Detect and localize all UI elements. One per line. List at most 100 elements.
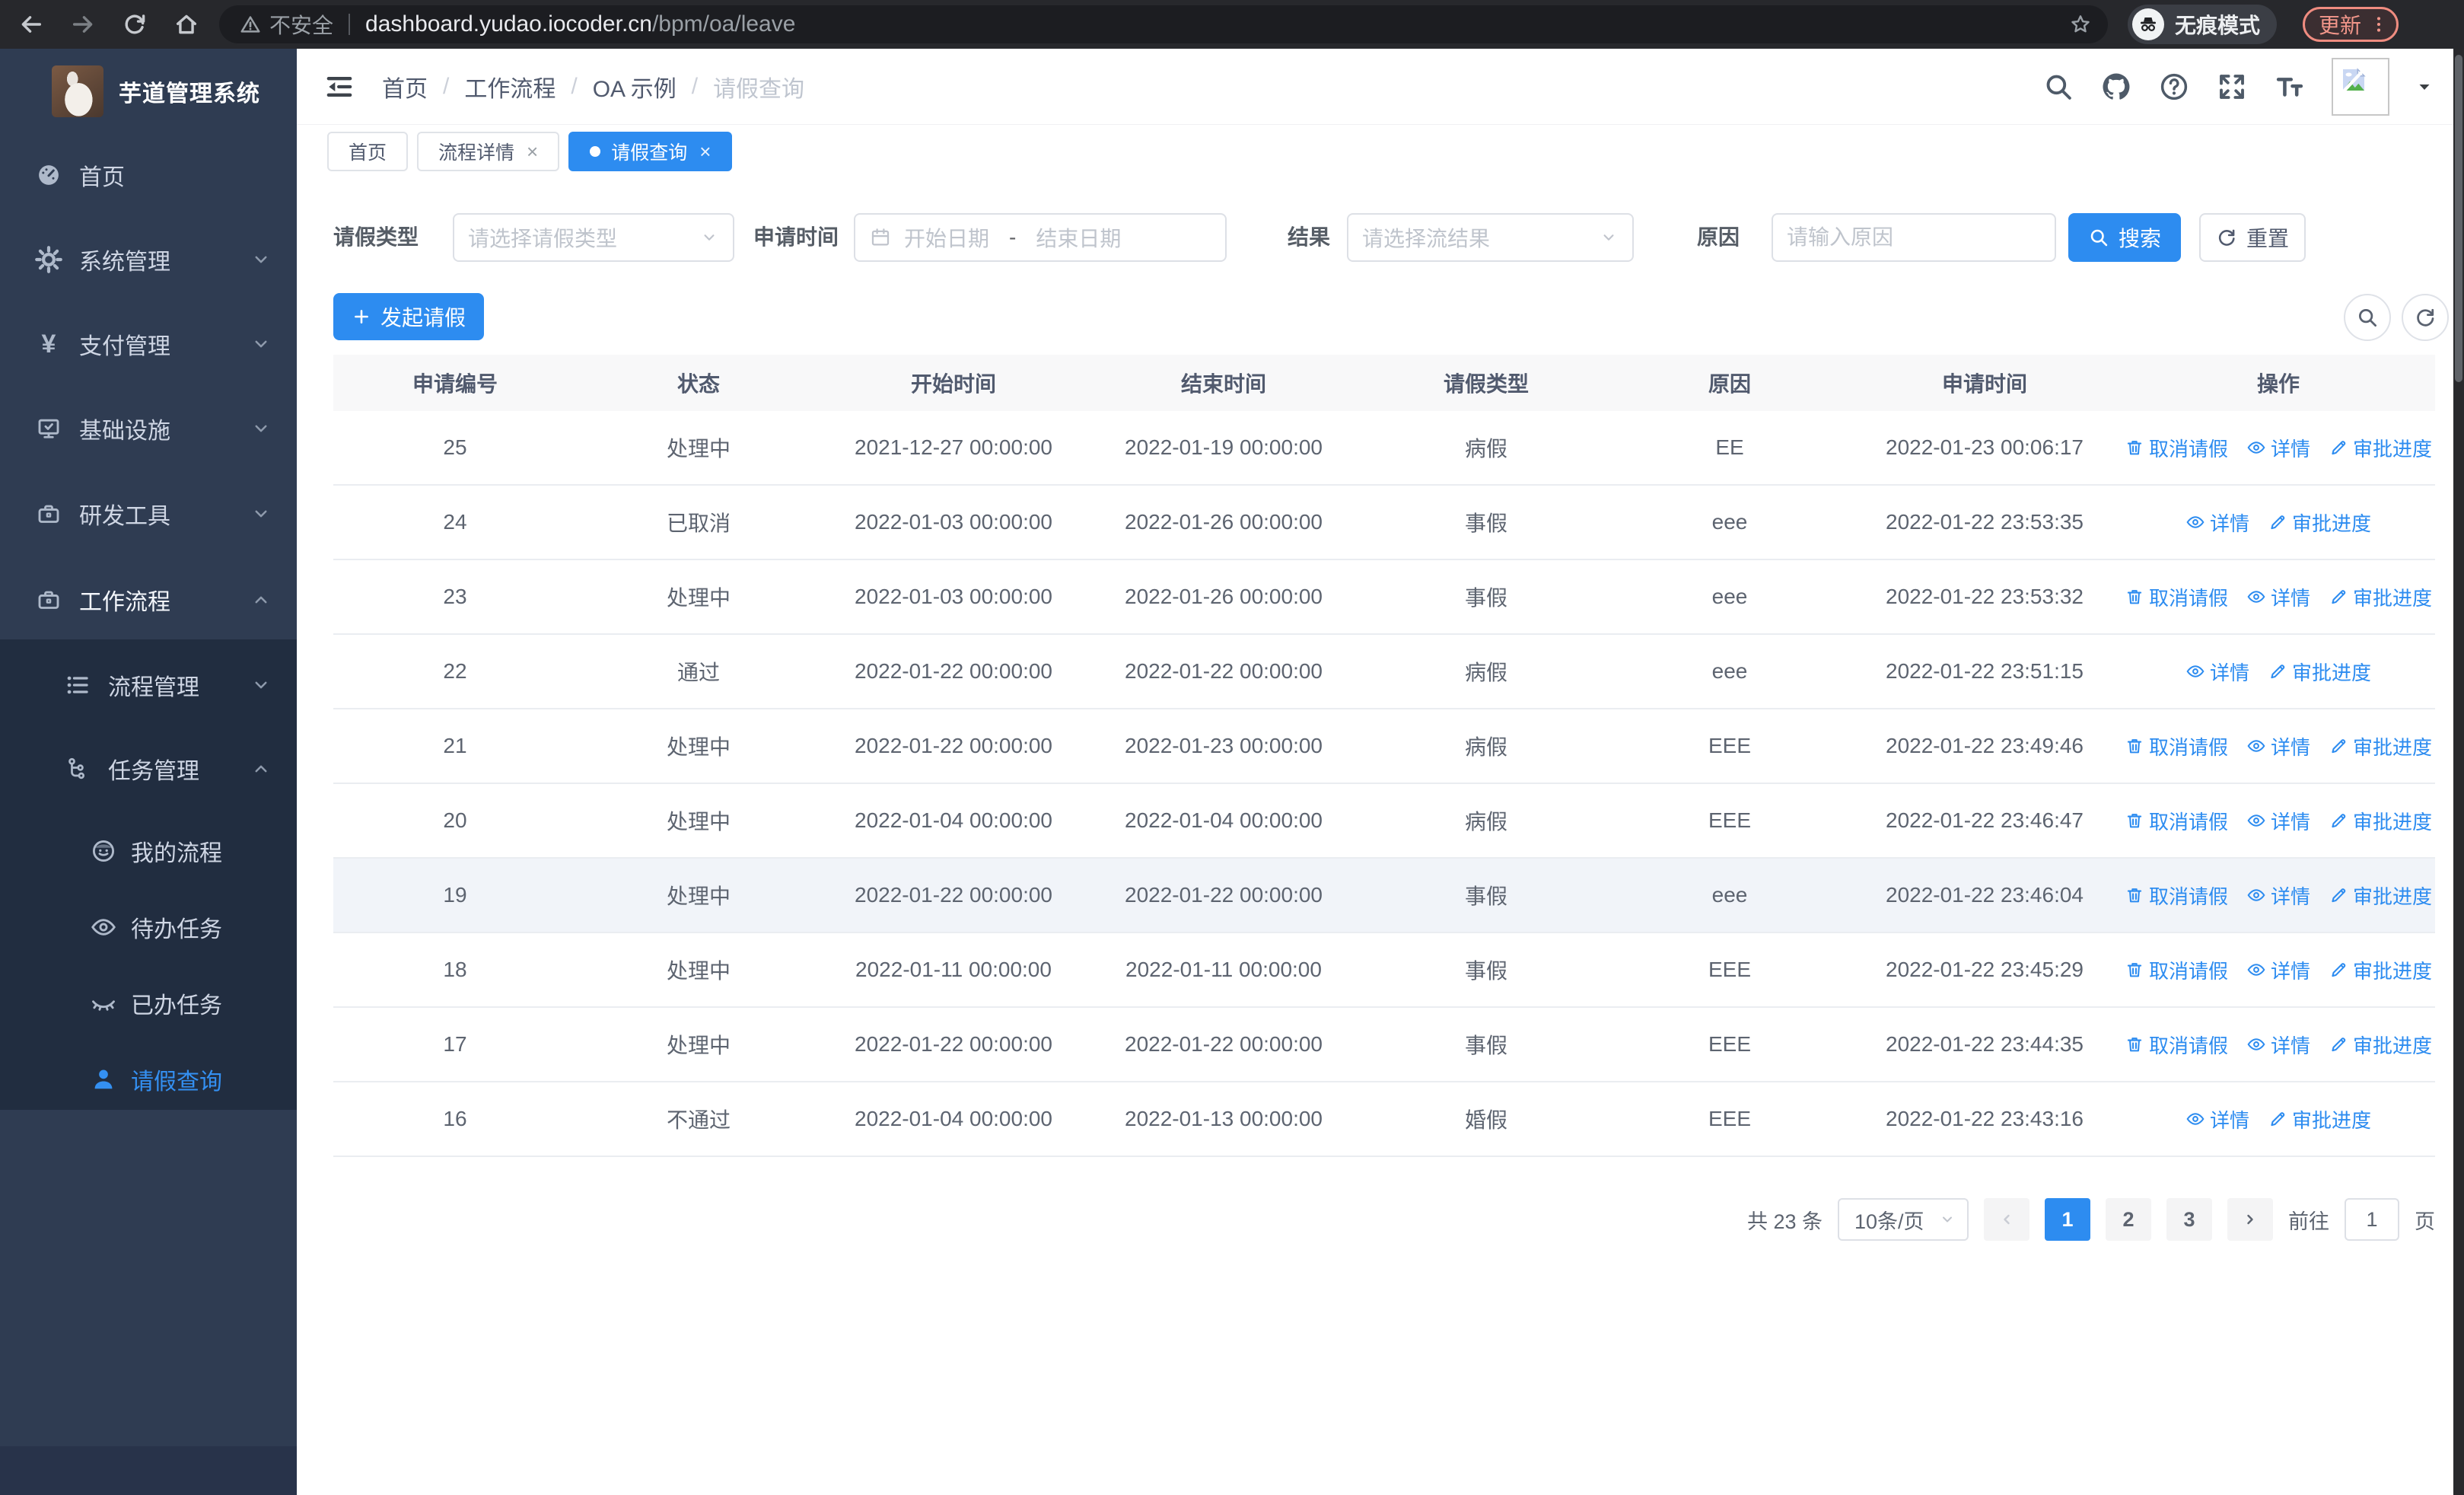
- font-size-icon[interactable]: [2274, 71, 2306, 103]
- breadcrumb-separator: /: [691, 74, 699, 99]
- update-button[interactable]: 更新: [2302, 7, 2399, 42]
- approval-progress-link[interactable]: 审批进度: [2329, 583, 2432, 611]
- approval-progress-link[interactable]: 审批进度: [2329, 881, 2432, 910]
- sidebar-item-system[interactable]: 系统管理: [0, 222, 297, 298]
- cancel-leave-link[interactable]: 取消请假: [2125, 583, 2228, 611]
- breadcrumb-item[interactable]: 工作流程: [464, 70, 556, 104]
- next-page-button[interactable]: [2227, 1198, 2273, 1241]
- page-scrollbar[interactable]: [2453, 49, 2464, 1495]
- approval-progress-link[interactable]: 审批进度: [2329, 434, 2432, 462]
- browser-menu-icon[interactable]: [2369, 14, 2389, 34]
- close-icon[interactable]: ×: [527, 140, 538, 164]
- close-icon[interactable]: ×: [699, 140, 711, 164]
- sidebar-item-infrastructure[interactable]: 基础设施: [0, 390, 297, 467]
- sidebar-item-done-tasks[interactable]: 已办任务: [0, 965, 297, 1041]
- approval-progress-link[interactable]: 审批进度: [2268, 508, 2371, 537]
- github-icon[interactable]: [2100, 71, 2132, 103]
- sidebar-item-payment[interactable]: ¥ 支付管理: [0, 306, 297, 382]
- leave-type-select[interactable]: 请选择请假类型: [453, 213, 734, 262]
- user-menu-caret-icon[interactable]: [2415, 78, 2434, 96]
- fullscreen-icon[interactable]: [2216, 71, 2248, 103]
- table-row[interactable]: 25 处理中 2021-12-27 00:00:00 2022-01-19 00…: [333, 411, 2435, 486]
- view-icon: [2185, 661, 2205, 681]
- scrollbar-thumb[interactable]: [2455, 55, 2462, 382]
- detail-link[interactable]: 详情: [2246, 807, 2310, 835]
- tab-leave-query[interactable]: 请假查询 ×: [568, 132, 733, 171]
- eye-closed-icon: [90, 990, 117, 1017]
- table-row[interactable]: 24 已取消 2022-01-03 00:00:00 2022-01-26 00…: [333, 486, 2435, 560]
- reason-input[interactable]: [1787, 225, 2041, 250]
- table-row[interactable]: 16 不通过 2022-01-04 00:00:00 2022-01-13 00…: [333, 1082, 2435, 1157]
- approval-progress-link[interactable]: 审批进度: [2329, 807, 2432, 835]
- total-count: 共 23 条: [1746, 1210, 1823, 1233]
- reset-button[interactable]: 重置: [2199, 213, 2306, 262]
- apply-time-label: 申请时间: [753, 225, 839, 249]
- page-size-select[interactable]: 10条/页: [1838, 1198, 1969, 1241]
- approval-progress-link[interactable]: 审批进度: [2268, 1105, 2371, 1133]
- table-row[interactable]: 17 处理中 2022-01-22 00:00:00 2022-01-22 00…: [333, 1008, 2435, 1082]
- apply-time-range-picker[interactable]: 开始日期 - 结束日期: [854, 213, 1227, 262]
- sidebar-item-task-mgmt[interactable]: 任务管理: [0, 731, 297, 807]
- search-icon[interactable]: [2042, 71, 2074, 103]
- breadcrumb-item[interactable]: 首页: [382, 70, 428, 104]
- goto-page-input[interactable]: [2345, 1198, 2399, 1241]
- site-security[interactable]: 不安全: [239, 9, 333, 40]
- detail-link[interactable]: 详情: [2246, 434, 2310, 462]
- row-actions: 取消请假 详情 审批进度: [2122, 956, 2435, 984]
- cancel-leave-link[interactable]: 取消请假: [2125, 434, 2228, 462]
- prev-page-button[interactable]: [1984, 1198, 2029, 1241]
- table-row[interactable]: 21 处理中 2022-01-22 00:00:00 2022-01-23 00…: [333, 709, 2435, 784]
- detail-link[interactable]: 详情: [2246, 1031, 2310, 1059]
- cancel-leave-link[interactable]: 取消请假: [2125, 732, 2228, 760]
- sidebar-item-workflow[interactable]: 工作流程: [0, 562, 297, 638]
- detail-link[interactable]: 详情: [2246, 583, 2310, 611]
- page-button-3[interactable]: 3: [2166, 1198, 2212, 1241]
- table-row[interactable]: 18 处理中 2022-01-11 00:00:00 2022-01-11 00…: [333, 933, 2435, 1008]
- table-refresh-button[interactable]: [2402, 294, 2449, 341]
- detail-link[interactable]: 详情: [2185, 508, 2249, 537]
- table-row[interactable]: 20 处理中 2022-01-04 00:00:00 2022-01-04 00…: [333, 784, 2435, 859]
- detail-link[interactable]: 详情: [2246, 732, 2310, 760]
- approval-progress-link[interactable]: 审批进度: [2329, 1031, 2432, 1059]
- back-icon[interactable]: [18, 11, 44, 37]
- home-icon[interactable]: [173, 11, 199, 37]
- cancel-leave-link[interactable]: 取消请假: [2125, 956, 2228, 984]
- page-button-2[interactable]: 2: [2106, 1198, 2151, 1241]
- incognito-icon: [2131, 8, 2164, 40]
- help-icon[interactable]: [2158, 71, 2190, 103]
- create-leave-button[interactable]: 发起请假: [333, 293, 484, 340]
- detail-link[interactable]: 详情: [2246, 956, 2310, 984]
- cancel-leave-link[interactable]: 取消请假: [2125, 881, 2228, 910]
- approval-progress-link[interactable]: 审批进度: [2268, 658, 2371, 686]
- sidebar-item-process-mgmt[interactable]: 流程管理: [0, 647, 297, 723]
- url-bar[interactable]: 不安全 dashboard.yudao.iocoder.cn /bpm/oa/l…: [219, 5, 2108, 43]
- table-row[interactable]: 23 处理中 2022-01-03 00:00:00 2022-01-26 00…: [333, 560, 2435, 635]
- detail-link[interactable]: 详情: [2185, 658, 2249, 686]
- collapse-menu-icon[interactable]: [324, 72, 355, 102]
- cancel-leave-link[interactable]: 取消请假: [2125, 1031, 2228, 1059]
- user-avatar[interactable]: [2332, 58, 2389, 116]
- breadcrumb-item[interactable]: OA 示例: [593, 70, 676, 104]
- detail-link[interactable]: 详情: [2246, 881, 2310, 910]
- page-button-1[interactable]: 1: [2045, 1198, 2090, 1241]
- table-row[interactable]: 19 处理中 2022-01-22 00:00:00 2022-01-22 00…: [333, 859, 2435, 933]
- sidebar-item-home[interactable]: 首页: [0, 137, 297, 213]
- approval-progress-link[interactable]: 审批进度: [2329, 732, 2432, 760]
- tab-home[interactable]: 首页: [327, 132, 409, 171]
- table-search-button[interactable]: [2344, 294, 2391, 341]
- result-select[interactable]: 请选择流结果: [1347, 213, 1634, 262]
- search-button[interactable]: 搜索: [2068, 213, 2181, 262]
- table-row[interactable]: 22 通过 2022-01-22 00:00:00 2022-01-22 00:…: [333, 635, 2435, 709]
- sidebar-item-todo-tasks[interactable]: 待办任务: [0, 889, 297, 965]
- tab-process-detail[interactable]: 流程详情 ×: [417, 132, 560, 171]
- cancel-leave-link[interactable]: 取消请假: [2125, 807, 2228, 835]
- reload-icon[interactable]: [122, 11, 148, 37]
- approval-progress-link[interactable]: 审批进度: [2329, 956, 2432, 984]
- detail-link[interactable]: 详情: [2185, 1105, 2249, 1133]
- sidebar-item-devtools[interactable]: 研发工具: [0, 476, 297, 552]
- forward-icon[interactable]: [70, 11, 96, 37]
- sidebar-item-my-process[interactable]: 我的流程: [0, 813, 297, 889]
- bookmark-star-icon[interactable]: [2068, 12, 2093, 37]
- sidebar-item-leave-query[interactable]: 请假查询: [0, 1041, 297, 1117]
- gear-icon: [35, 246, 62, 273]
